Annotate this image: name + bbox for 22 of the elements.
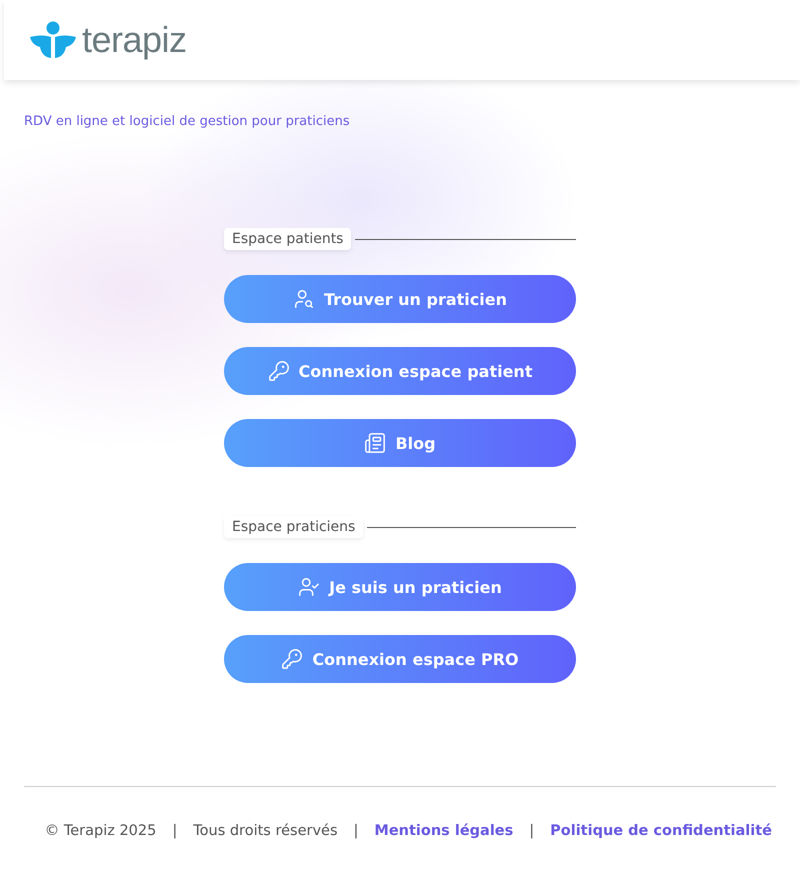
footer-separator: | [172, 823, 178, 839]
footer-link[interactable]: Politique de confidentialité [550, 823, 772, 839]
user-check-icon [298, 576, 320, 598]
action-button[interactable]: Je suis un praticien [224, 563, 576, 611]
newspaper-icon [364, 432, 386, 454]
key-icon [281, 648, 304, 670]
footer-separator: | [529, 823, 534, 839]
action-button[interactable]: Connexion espace PRO [224, 635, 576, 683]
section-label: Espace praticiens [224, 516, 364, 538]
footer-separator: | [354, 823, 358, 839]
action-button[interactable]: Blog [224, 419, 576, 467]
tagline: RDV en ligne et logiciel de gestion pour praticiens [24, 114, 351, 129]
action-button[interactable]: Trouver un praticien [224, 275, 576, 323]
footer-link[interactable]: Mentions légales [374, 823, 514, 839]
key-icon [268, 360, 290, 382]
footer-text: © Terapiz 2025 [44, 823, 156, 839]
action-button[interactable]: Connexion espace patient [224, 347, 576, 395]
user-search-icon [292, 288, 315, 310]
footer-text: Tous droits réservés [193, 823, 338, 839]
section-label: Espace patients [224, 228, 352, 250]
logo-icon [30, 21, 76, 59]
logo-text: terapiz [82, 19, 187, 61]
